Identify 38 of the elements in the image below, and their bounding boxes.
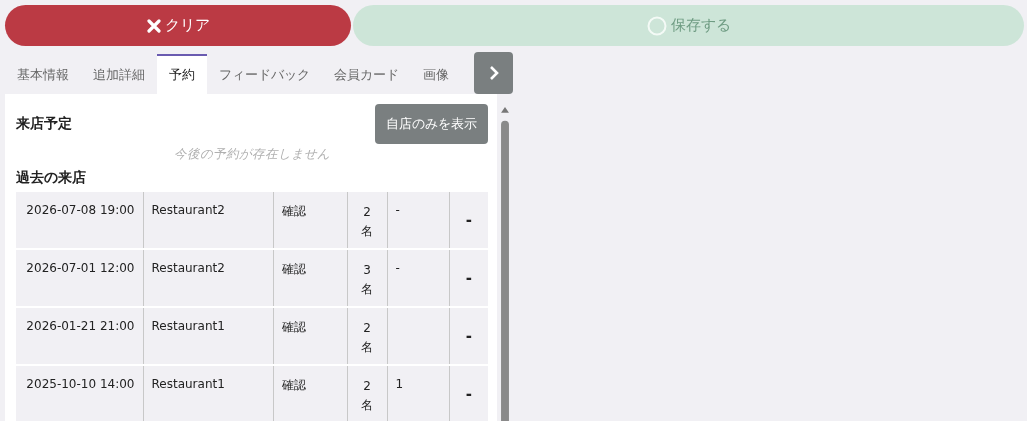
- table-cell: 2名: [361, 321, 373, 354]
- table-cell: -: [465, 269, 472, 287]
- table-cell: -: [465, 385, 472, 403]
- tab[interactable]: 予約: [157, 54, 207, 94]
- table-cell: -: [395, 203, 400, 217]
- tab[interactable]: 会員カード: [322, 54, 411, 94]
- table-cell: Restaurant2: [151, 261, 225, 275]
- table-cell: 2名: [361, 205, 373, 238]
- table-cell: 2025-10-10 14:00: [26, 377, 135, 391]
- table-cell: Restaurant1: [151, 377, 225, 391]
- section-title: 過去の来店: [16, 169, 87, 187]
- table-cell: 確認: [281, 320, 306, 334]
- table-cell: 確認: [281, 204, 306, 218]
- table-cell: 2026-07-01 12:00: [26, 261, 135, 275]
- circle-icon: [646, 15, 667, 36]
- table-cell: -: [465, 211, 472, 229]
- close-icon: [146, 18, 161, 33]
- table-cell: -: [465, 327, 472, 345]
- table-cell: 2026-01-21 21:00: [26, 319, 135, 333]
- next-button[interactable]: [474, 52, 513, 94]
- table-cell: 1: [395, 377, 404, 391]
- section-title: 来店予定: [16, 115, 72, 133]
- table-cell: Restaurant1: [151, 319, 225, 333]
- table-cell: Restaurant2: [151, 203, 225, 217]
- table-cell: 2名: [361, 379, 373, 412]
- tab[interactable]: 追加詳細: [81, 54, 157, 94]
- tab[interactable]: 基本情報: [5, 54, 81, 94]
- chevron-right-icon: [488, 65, 499, 81]
- table-cell: -: [395, 261, 400, 275]
- empty-message: 今後の予約が存在しません: [173, 146, 331, 163]
- tab[interactable]: フィードバック: [207, 54, 322, 94]
- filter-button[interactable]: 自店のみを表示: [375, 104, 488, 144]
- table-cell: 確認: [281, 378, 306, 392]
- tab[interactable]: 画像: [411, 54, 461, 94]
- table-cell: 3名: [361, 263, 373, 296]
- table-cell: 確認: [281, 262, 306, 276]
- table-cell: 2026-07-08 19:00: [26, 203, 135, 217]
- clear-button[interactable]: クリア: [5, 5, 351, 46]
